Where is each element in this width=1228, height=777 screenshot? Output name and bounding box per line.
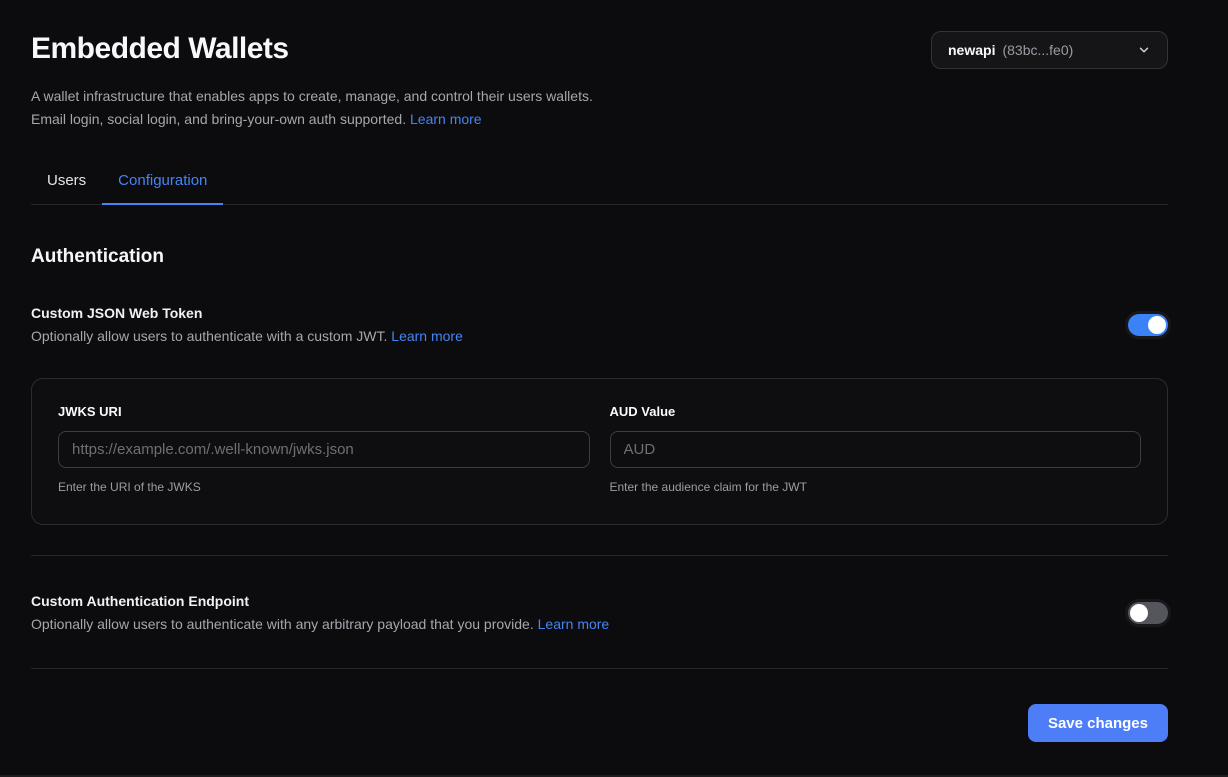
page-header-text: Embedded Wallets A wallet infrastructure…	[31, 32, 593, 131]
jwt-setting-text: Custom JSON Web Token Optionally allow u…	[31, 305, 463, 344]
jwks-uri-label: JWKS URI	[58, 404, 122, 419]
page-description-text: A wallet infrastructure that enables app…	[31, 88, 593, 127]
section-heading-authentication: Authentication	[31, 246, 1168, 268]
jwt-toggle[interactable]	[1128, 314, 1168, 336]
custom-endpoint-toggle-knob	[1130, 604, 1148, 622]
api-key-hint: (83bc...fe0)	[1002, 42, 1073, 58]
custom-endpoint-description: Optionally allow users to authenticate w…	[31, 616, 609, 632]
api-key-selector[interactable]: newapi (83bc...fe0)	[931, 31, 1168, 69]
aud-value-helper: Enter the audience claim for the JWT	[610, 480, 1142, 494]
page-header: Embedded Wallets A wallet infrastructure…	[31, 32, 1168, 131]
divider	[31, 555, 1168, 556]
aud-value-label: AUD Value	[610, 404, 676, 419]
custom-endpoint-setting-row: Custom Authentication Endpoint Optionall…	[31, 593, 1168, 632]
jwks-uri-helper: Enter the URI of the JWKS	[58, 480, 590, 494]
jwt-learn-more-link[interactable]: Learn more	[391, 328, 463, 344]
api-key-selector-label: newapi (83bc...fe0)	[948, 42, 1073, 58]
tab-configuration[interactable]: Configuration	[102, 172, 223, 205]
jwt-setting-row: Custom JSON Web Token Optionally allow u…	[31, 305, 1168, 344]
jwt-setting-description-text: Optionally allow users to authenticate w…	[31, 328, 391, 344]
jwks-uri-field-group: JWKS URI Enter the URI of the JWKS	[58, 403, 590, 494]
api-key-name: newapi	[948, 42, 995, 58]
jwks-uri-input[interactable]	[58, 431, 590, 468]
jwt-setting-description: Optionally allow users to authenticate w…	[31, 328, 463, 344]
embedded-wallets-page: Embedded Wallets A wallet infrastructure…	[0, 0, 1228, 742]
custom-endpoint-toggle[interactable]	[1128, 602, 1168, 624]
page-title: Embedded Wallets	[31, 32, 593, 66]
tab-bar: Users Configuration	[31, 172, 1168, 205]
custom-endpoint-text: Custom Authentication Endpoint Optionall…	[31, 593, 609, 632]
aud-value-input[interactable]	[610, 431, 1142, 468]
save-changes-button[interactable]: Save changes	[1028, 704, 1168, 742]
page-learn-more-link[interactable]: Learn more	[410, 111, 482, 127]
footer-actions: Save changes	[31, 704, 1168, 742]
divider	[31, 668, 1168, 669]
aud-value-field-group: AUD Value Enter the audience claim for t…	[610, 403, 1142, 494]
custom-endpoint-learn-more-link[interactable]: Learn more	[538, 616, 610, 632]
jwt-toggle-knob	[1148, 316, 1166, 334]
tab-users[interactable]: Users	[31, 172, 102, 205]
page-description: A wallet infrastructure that enables app…	[31, 85, 593, 131]
jwt-setting-title: Custom JSON Web Token	[31, 305, 463, 321]
chevron-down-icon	[1137, 43, 1151, 57]
custom-endpoint-title: Custom Authentication Endpoint	[31, 593, 609, 609]
jwt-config-card: JWKS URI Enter the URI of the JWKS AUD V…	[31, 378, 1168, 525]
custom-endpoint-description-text: Optionally allow users to authenticate w…	[31, 616, 538, 632]
